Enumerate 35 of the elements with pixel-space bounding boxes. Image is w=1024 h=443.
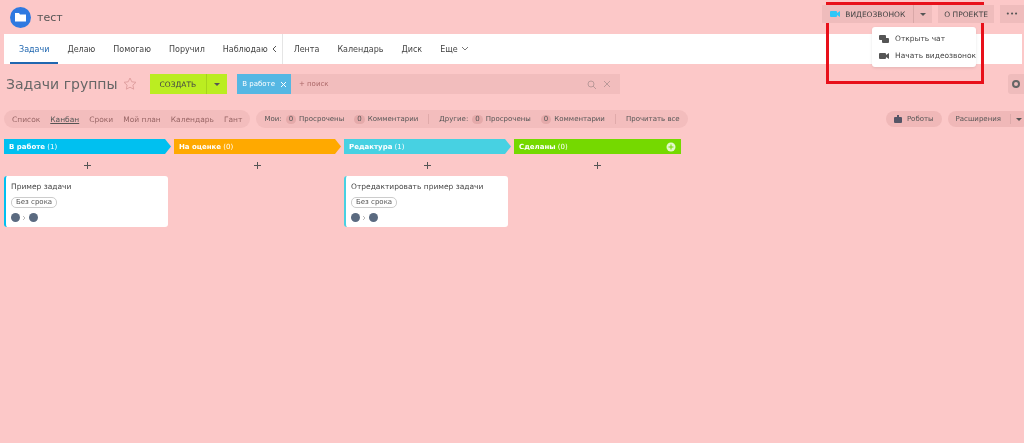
settings-button[interactable]	[1008, 74, 1024, 94]
chevron-left-icon	[271, 46, 277, 52]
tab[interactable]: Делаю	[58, 34, 105, 64]
chevron-down-icon	[461, 47, 468, 51]
chevron-right-icon	[23, 215, 26, 220]
search-icon	[587, 79, 597, 89]
star-icon	[123, 78, 136, 90]
close-icon	[280, 81, 286, 87]
tab[interactable]: Задачи	[10, 34, 59, 64]
tab[interactable]: Поручил	[160, 34, 214, 64]
tab[interactable]: Календарь	[328, 34, 393, 64]
caret-icon	[920, 12, 927, 16]
page-title: Задачи группы	[6, 76, 118, 92]
dropdown-caret-button[interactable]	[913, 5, 933, 23]
caret-icon	[214, 82, 221, 86]
caret-icon	[1016, 117, 1022, 121]
tab[interactable]: Наблюдаю	[213, 34, 277, 64]
robot-icon	[893, 115, 902, 123]
project-title: тест	[37, 10, 63, 24]
plus-icon	[84, 161, 91, 169]
plus-icon	[254, 161, 261, 169]
plus-icon	[594, 161, 601, 169]
tab[interactable]: Помогаю	[104, 34, 160, 64]
tab[interactable]: Еще	[431, 34, 477, 64]
close-icon	[604, 81, 611, 87]
plus-icon	[424, 161, 431, 169]
camera-icon	[879, 51, 889, 60]
tab[interactable]: Лента	[284, 34, 329, 64]
tab[interactable]: Диск	[392, 34, 432, 64]
folder-glyph-icon	[14, 11, 27, 23]
create-menu-button[interactable]	[206, 74, 228, 94]
camera-icon	[830, 10, 841, 18]
settings-icon	[1011, 79, 1021, 89]
chat-icon	[879, 34, 889, 43]
chevron-right-icon	[363, 215, 366, 220]
